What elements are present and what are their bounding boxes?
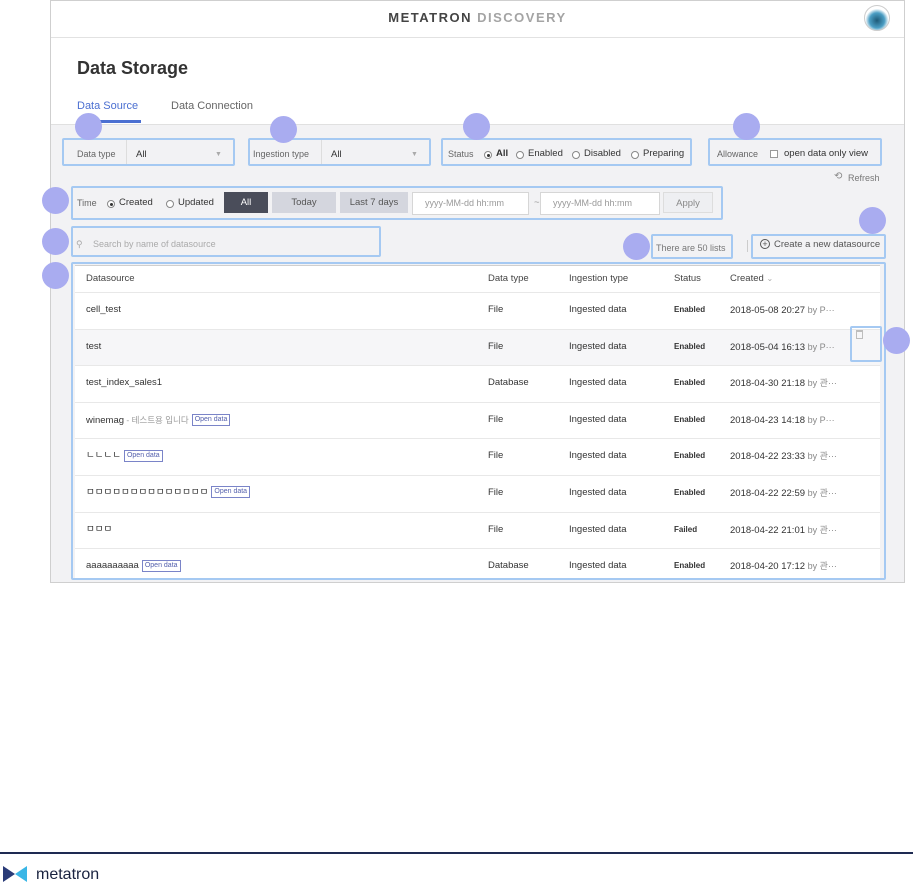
divider <box>747 240 748 252</box>
annotation-box-search <box>71 226 381 257</box>
tab-data-connection[interactable]: Data Connection <box>171 100 253 112</box>
annotation-marker <box>859 207 886 234</box>
annotation-marker <box>463 113 490 140</box>
annotation-box-status <box>441 138 692 166</box>
user-avatar[interactable] <box>864 5 890 31</box>
annotation-box-ingestion-type <box>248 138 431 166</box>
annotation-box-list-count <box>651 234 733 259</box>
annotation-marker <box>733 113 760 140</box>
refresh-label[interactable]: Refresh <box>848 173 880 183</box>
annotation-marker <box>883 327 910 354</box>
footer-logo-text: metatron <box>36 866 100 883</box>
brand-sub: DISCOVERY <box>472 10 567 25</box>
annotation-box-data-type <box>62 138 235 166</box>
top-bar: METATRON DISCOVERY <box>51 1 904 38</box>
annotation-box-table <box>71 262 886 580</box>
tab-data-source[interactable]: Data Source <box>77 100 138 112</box>
annotation-box-create <box>751 234 886 259</box>
annotation-marker <box>270 116 297 143</box>
annotation-marker <box>75 113 102 140</box>
annotation-marker <box>42 228 69 255</box>
annotation-box-allowance <box>708 138 882 166</box>
annotation-box-time <box>71 186 723 220</box>
refresh-icon[interactable]: ⟲ <box>834 171 842 182</box>
footer-divider <box>0 852 913 854</box>
app-window: METATRON DISCOVERY Data Storage Data Sou… <box>50 0 905 583</box>
app-brand[interactable]: METATRON DISCOVERY <box>51 10 904 25</box>
metatron-logo-icon <box>3 866 27 882</box>
annotation-box-delete <box>850 326 882 362</box>
annotation-marker <box>623 233 650 260</box>
brand-main: METATRON <box>388 10 473 25</box>
annotation-marker <box>42 262 69 289</box>
annotation-marker <box>42 187 69 214</box>
page-title: Data Storage <box>77 58 189 78</box>
